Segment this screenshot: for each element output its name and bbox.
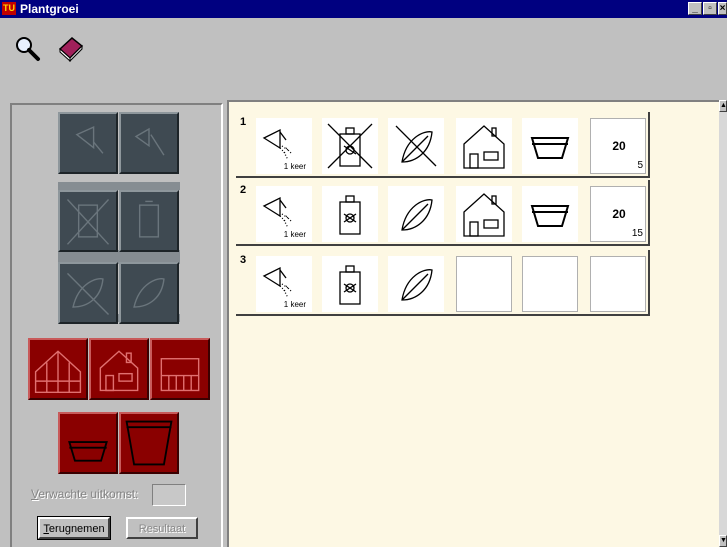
experiment-row: 2 1 keer 20 15 (236, 180, 650, 246)
pesticide-icon[interactable] (322, 186, 378, 242)
leaf-icon[interactable] (388, 256, 444, 312)
watering-can-icon[interactable]: 1 keer (256, 256, 312, 312)
pesticide-crossed-icon[interactable] (322, 118, 378, 174)
minimize-button[interactable]: _ (688, 2, 702, 15)
close-button[interactable]: × (718, 2, 727, 15)
leaf-icon[interactable] (388, 186, 444, 242)
empty-slot[interactable] (522, 256, 578, 312)
result-cell: 20 15 (590, 186, 646, 242)
result-subvalue: 15 (631, 228, 643, 239)
empty-slot[interactable] (456, 256, 512, 312)
option-no-leaf-disabled[interactable] (58, 262, 118, 324)
row-number: 1 (240, 116, 247, 128)
water-caption: 1 keer (283, 300, 306, 309)
small-pot-icon[interactable] (522, 186, 578, 242)
watering-can-icon[interactable]: 1 keer (256, 118, 312, 174)
row-number: 3 (240, 254, 247, 266)
experiment-row: 1 1 keer 20 5 (236, 112, 650, 178)
large-pot-option[interactable] (119, 412, 179, 474)
water-caption: 1 keer (283, 162, 306, 171)
option-leaf-disabled[interactable] (119, 262, 179, 324)
water-caption: 1 keer (283, 230, 306, 239)
leaf-crossed-icon[interactable] (388, 118, 444, 174)
scroll-up-icon[interactable]: ▲ (719, 100, 727, 112)
row-number: 2 (240, 184, 247, 196)
result-button[interactable]: Resultaat (126, 517, 198, 539)
house-icon[interactable] (456, 118, 512, 174)
expected-outcome-field[interactable] (152, 484, 186, 506)
undo-button[interactable]: Terugnemen (37, 516, 111, 540)
pesticide-icon[interactable] (322, 256, 378, 312)
result-subvalue: 5 (637, 160, 643, 171)
scroll-down-icon[interactable]: ▼ (719, 535, 727, 547)
option-spray-disabled[interactable] (119, 112, 179, 174)
maximize-button[interactable]: ▫ (703, 2, 717, 15)
balcony-option[interactable] (150, 338, 210, 400)
option-watering-disabled[interactable] (58, 112, 118, 174)
house-option[interactable] (89, 338, 149, 400)
option-bottle-disabled[interactable] (119, 190, 179, 252)
result-cell: 20 5 (590, 118, 646, 174)
app-icon: TU (2, 2, 16, 15)
magnifier-icon[interactable] (13, 34, 41, 62)
result-value: 20 (612, 139, 626, 153)
book-icon[interactable] (57, 34, 85, 63)
experiment-row: 3 1 keer (236, 250, 650, 316)
expected-outcome-label: Verwachte uitkomst: (31, 487, 139, 501)
result-value: 20 (612, 207, 626, 221)
divider (58, 182, 180, 190)
vertical-scrollbar[interactable]: ▲ ▼ (719, 100, 727, 547)
option-pesticide-disabled[interactable] (58, 190, 118, 252)
result-cell (590, 256, 646, 312)
title-bar: TU Plantgroei _ ▫ × (0, 0, 727, 18)
greenhouse-option[interactable] (28, 338, 88, 400)
window-title: Plantgroei (20, 2, 79, 16)
watering-can-icon[interactable]: 1 keer (256, 186, 312, 242)
small-pot-option[interactable] (58, 412, 118, 474)
small-pot-icon[interactable] (522, 118, 578, 174)
house-icon[interactable] (456, 186, 512, 242)
